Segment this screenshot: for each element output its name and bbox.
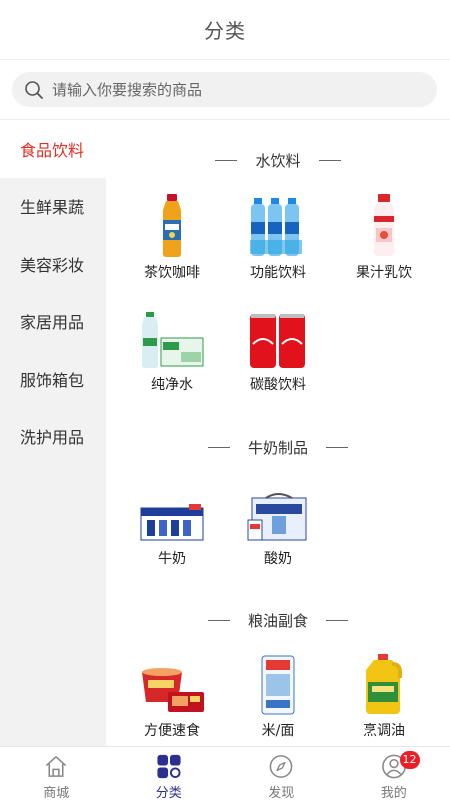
product-label: 酸奶: [264, 551, 292, 567]
instant-noodle-icon: [142, 668, 204, 712]
section-title: 牛奶制品: [106, 437, 450, 458]
sidebar-item-apparel-bags[interactable]: 服饰箱包: [0, 350, 106, 408]
home-icon: [46, 756, 67, 777]
milk-box-icon: [140, 504, 204, 541]
sidebar-item-label: 洗护用品: [20, 428, 85, 448]
tab-discover[interactable]: 发现: [225, 747, 338, 800]
product-label: 果汁乳饮: [356, 265, 412, 281]
product-label: 烹调油: [363, 723, 405, 739]
tab-label: 发现: [268, 786, 295, 800]
sidebar-item-label: 生鲜果蔬: [20, 198, 85, 218]
category-sidebar: 食品饮料 生鲜果蔬 美容彩妆 家居用品 服饰箱包 洗护用品: [0, 120, 106, 746]
search-box[interactable]: [12, 72, 437, 107]
product-functional-drinks[interactable]: 功能饮料: [228, 192, 328, 282]
tab-label: 我的: [380, 786, 407, 800]
tea-bottle-icon: [163, 194, 181, 257]
section-title-text: 水饮料: [255, 152, 301, 170]
divider: [215, 160, 238, 161]
search-input[interactable]: [52, 80, 412, 99]
divider: [318, 160, 341, 161]
product-label: 方便速食: [144, 723, 200, 739]
page-title: 分类: [204, 19, 246, 43]
water-pack-icon: [250, 198, 302, 256]
product-cooking-oil[interactable]: 烹调油: [334, 650, 434, 740]
product-label: 茶饮咖啡: [144, 265, 200, 281]
divider: [326, 447, 348, 448]
product-label: 纯净水: [151, 377, 193, 393]
top-header: 分类: [0, 0, 450, 60]
product-instant-food[interactable]: 方便速食: [122, 650, 222, 740]
divider: [207, 620, 230, 621]
product-soda[interactable]: 碳酸饮料: [228, 304, 328, 394]
product-label: 米/面: [261, 723, 295, 739]
tab-category[interactable]: 分类: [113, 747, 226, 800]
tab-me[interactable]: 我的 12: [338, 747, 450, 800]
compass-icon: [269, 755, 293, 778]
tab-label: 商城: [43, 786, 70, 800]
section-title-text: 牛奶制品: [247, 439, 308, 457]
product-milk[interactable]: 牛奶: [122, 478, 222, 568]
product-yogurt[interactable]: 酸奶: [228, 478, 328, 568]
divider: [207, 447, 230, 448]
sidebar-item-food-drinks[interactable]: 食品饮料: [0, 120, 106, 178]
oil-bottle-icon: [366, 654, 402, 714]
juice-bottle-icon: [374, 194, 394, 256]
sidebar-item-label: 美容彩妆: [20, 255, 85, 275]
soda-can-icon: [250, 314, 305, 368]
tab-label: 分类: [155, 786, 182, 800]
product-label: 功能饮料: [250, 265, 306, 281]
section-title: 水饮料: [106, 150, 450, 171]
rice-bag-icon: [261, 655, 295, 715]
product-pure-water[interactable]: 纯净水: [122, 304, 222, 394]
yogurt-box-icon: [247, 493, 307, 541]
product-juice-milk-drinks[interactable]: 果汁乳饮: [334, 192, 434, 282]
sidebar-item-home[interactable]: 家居用品: [0, 293, 106, 351]
product-label: 牛奶: [158, 551, 186, 567]
sidebar-item-label: 家居用品: [20, 313, 85, 333]
category-content: 水饮料 茶饮咖啡 功能饮料 果汁乳饮 纯净水 碳酸饮料 牛奶制品 牛奶 酸奶 粮…: [106, 120, 450, 746]
tab-mall[interactable]: 商城: [0, 747, 113, 800]
section-title: 粮油副食: [106, 610, 450, 631]
section-title-text: 粮油副食: [247, 612, 308, 630]
category-icon: [157, 754, 181, 779]
search-bar-container: [0, 60, 450, 120]
product-tea-coffee[interactable]: 茶饮咖啡: [122, 192, 222, 282]
sidebar-item-label: 食品饮料: [20, 140, 85, 160]
product-rice-noodles[interactable]: 米/面: [228, 650, 328, 740]
search-icon: [25, 80, 43, 99]
sidebar-item-beauty[interactable]: 美容彩妆: [0, 235, 106, 293]
pure-water-icon: [142, 312, 204, 368]
notification-badge: 12: [399, 751, 420, 769]
divider: [326, 620, 348, 621]
product-label: 碳酸饮料: [250, 377, 306, 393]
bottom-tab-bar: 商城 分类 发现 我的 12: [0, 746, 450, 800]
sidebar-item-fresh-produce[interactable]: 生鲜果蔬: [0, 178, 106, 236]
sidebar-item-label: 服饰箱包: [20, 370, 85, 390]
sidebar-item-personal-care[interactable]: 洗护用品: [0, 408, 106, 466]
